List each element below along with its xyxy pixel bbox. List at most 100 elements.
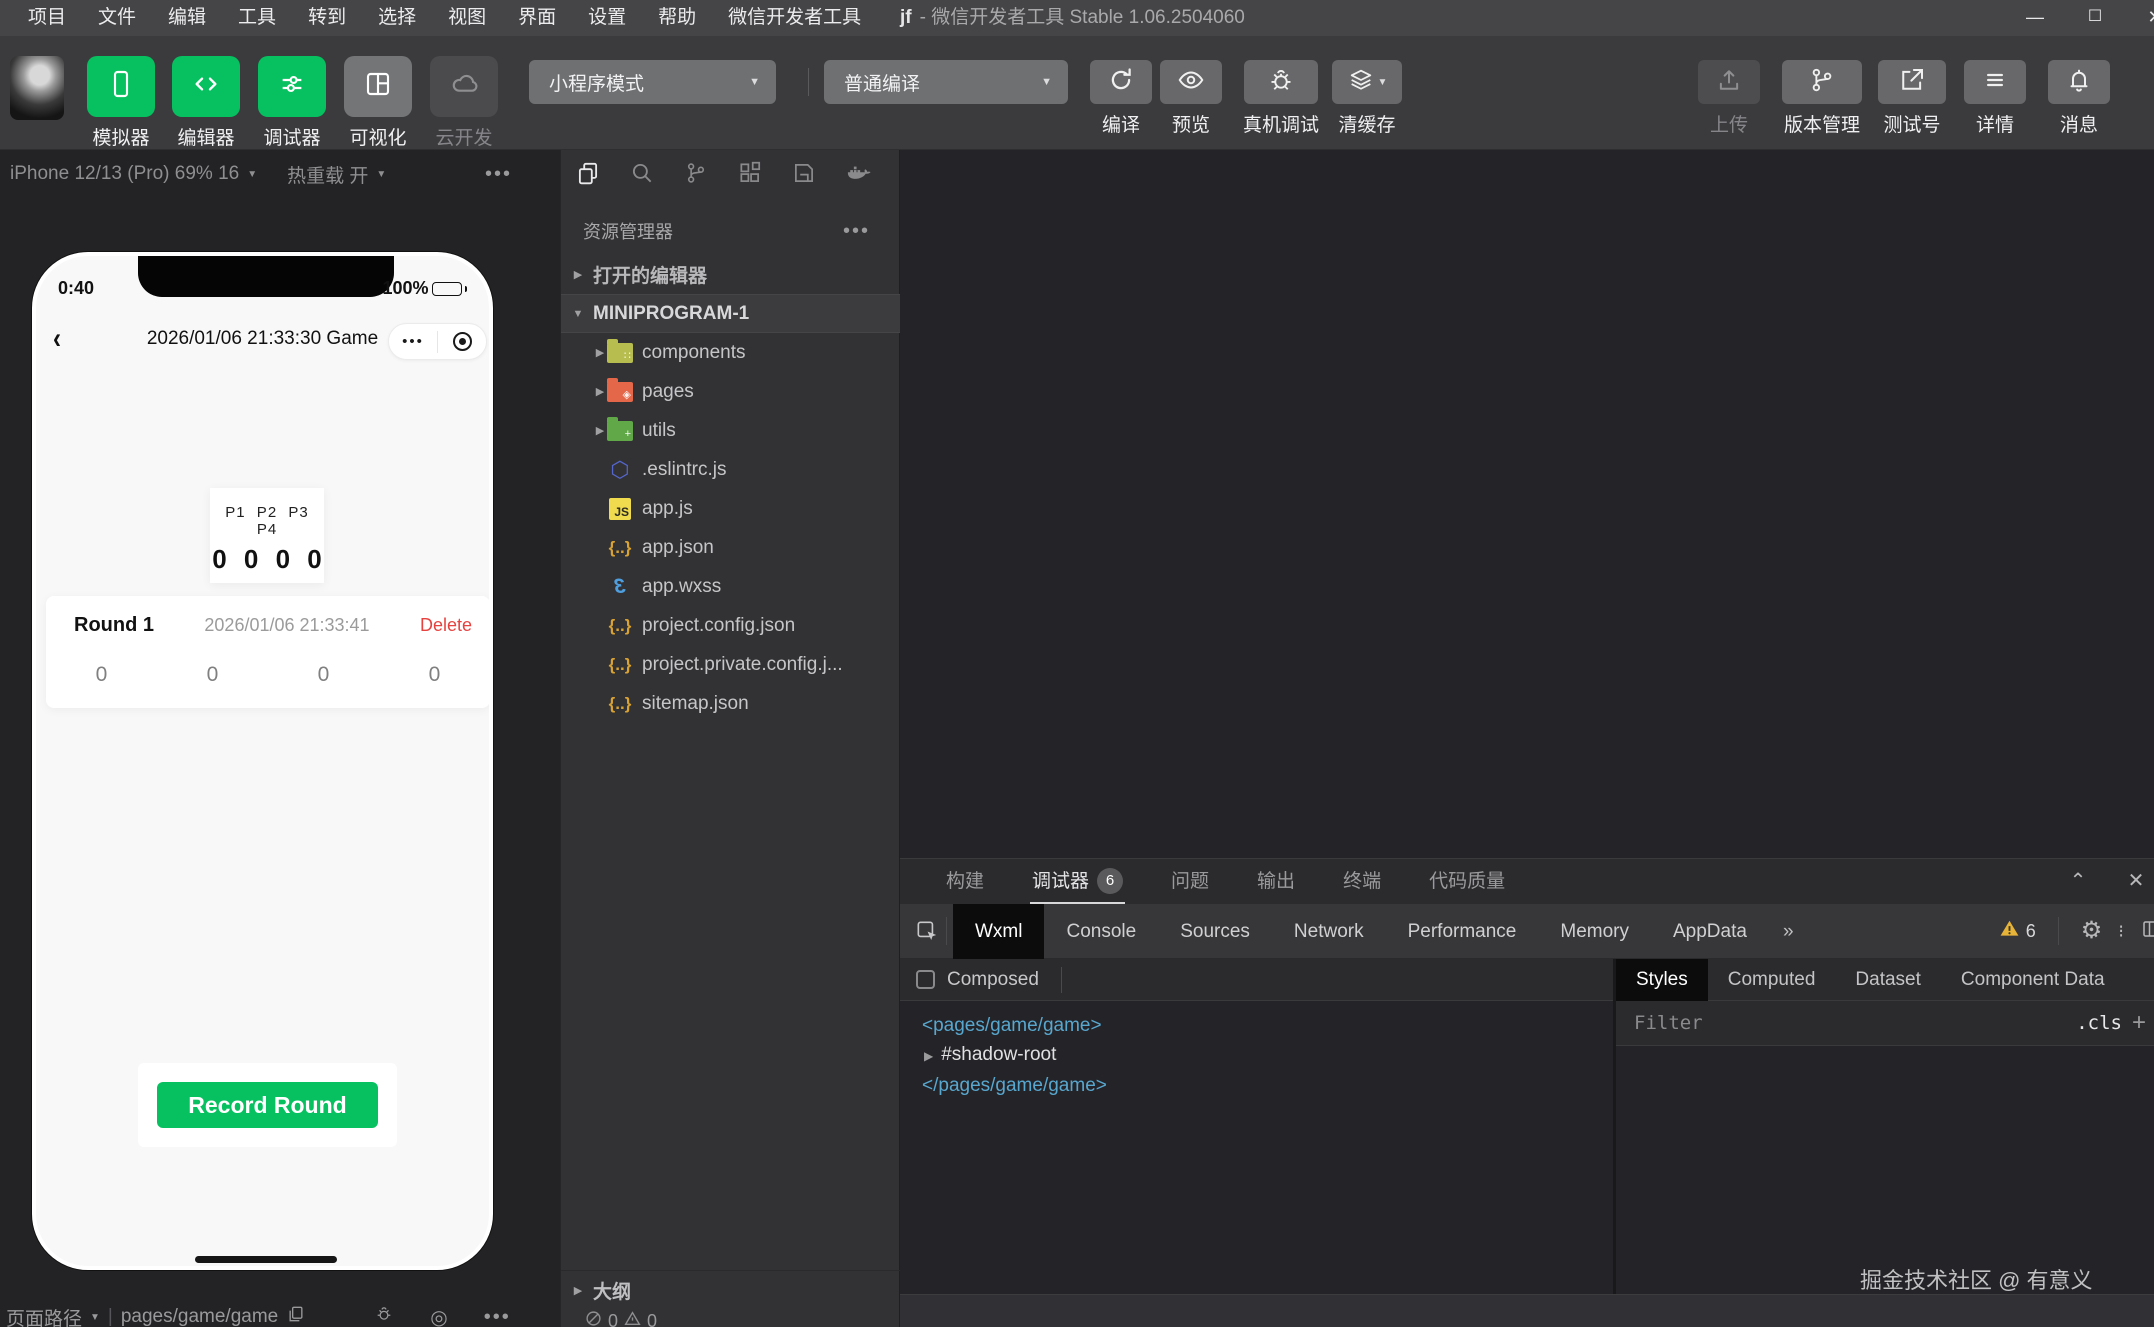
compile-mode-dropdown[interactable]: 普通编译 ▼ bbox=[824, 60, 1068, 104]
devtab-wxml[interactable]: Wxml bbox=[953, 904, 1044, 959]
tab-debugger[interactable]: 调试器6 bbox=[1008, 859, 1147, 904]
chevron-down-icon[interactable]: ▼ bbox=[247, 169, 257, 180]
footer-more-icon[interactable]: ••• bbox=[484, 1306, 511, 1327]
devtab-network[interactable]: Network bbox=[1272, 904, 1386, 959]
files-icon[interactable] bbox=[575, 160, 601, 191]
maximize-button[interactable]: ☐ bbox=[2072, 0, 2118, 36]
version-control-button[interactable] bbox=[1782, 60, 1862, 104]
messages-button[interactable] bbox=[2048, 60, 2110, 104]
device-selector[interactable]: iPhone 12/13 (Pro) 69% 16 bbox=[10, 163, 239, 185]
devtab-performance[interactable]: Performance bbox=[1386, 904, 1539, 959]
wxml-close-tag[interactable]: </pages/game/game> bbox=[922, 1071, 1107, 1100]
collapse-panel-icon[interactable]: ⌃ bbox=[2058, 859, 2098, 904]
menu-file[interactable]: 文件 bbox=[82, 0, 152, 36]
more-menu-icon[interactable]: ••• bbox=[389, 323, 437, 360]
tree-open-editors[interactable]: ▶ 打开的编辑器 bbox=[561, 255, 901, 294]
upload-button[interactable] bbox=[1698, 60, 1760, 104]
search-icon[interactable] bbox=[629, 160, 655, 191]
copy-icon[interactable] bbox=[286, 1304, 306, 1327]
tree-folder-pages[interactable]: ▶ ◈ pages bbox=[561, 372, 901, 411]
tab-problems[interactable]: 问题 bbox=[1147, 859, 1233, 904]
editor-toggle-button[interactable]: 编辑器 bbox=[172, 56, 240, 150]
filter-input[interactable] bbox=[1632, 1011, 2076, 1035]
device-debug-button[interactable] bbox=[1244, 60, 1318, 104]
more-options-icon[interactable]: ••• bbox=[485, 163, 512, 186]
cloud-dev-button[interactable]: 云开发 bbox=[430, 56, 498, 150]
save-icon[interactable] bbox=[791, 160, 817, 191]
composed-checkbox[interactable] bbox=[916, 970, 935, 989]
record-round-button[interactable]: Record Round bbox=[157, 1082, 378, 1128]
tree-file-eslintrc[interactable]: ⬡ .eslintrc.js bbox=[561, 450, 901, 489]
problems-counter[interactable]: 0 0 bbox=[585, 1310, 657, 1327]
source-control-icon[interactable] bbox=[683, 160, 709, 191]
hot-reload-toggle[interactable]: 热重载 开 bbox=[287, 161, 368, 188]
kebab-menu-icon[interactable]: ⁝ bbox=[2118, 921, 2124, 942]
page-path-label[interactable]: 页面路径 bbox=[6, 1304, 82, 1327]
visual-toggle-button[interactable]: 可视化 bbox=[344, 56, 412, 150]
menu-interface[interactable]: 界面 bbox=[502, 0, 572, 36]
menu-wechat-devtools[interactable]: 微信开发者工具 bbox=[712, 0, 877, 36]
tab-component-data[interactable]: Component Data bbox=[1941, 959, 2125, 1001]
close-target-icon[interactable] bbox=[438, 332, 486, 351]
chevron-down-icon[interactable]: ▼ bbox=[376, 169, 386, 180]
dock-side-icon[interactable] bbox=[2140, 917, 2154, 946]
tree-file-app-js[interactable]: JS app.js bbox=[561, 489, 901, 528]
menu-goto[interactable]: 转到 bbox=[292, 0, 362, 36]
wxml-open-tag[interactable]: <pages/game/game> bbox=[922, 1011, 1107, 1040]
preview-button[interactable] bbox=[1160, 60, 1222, 104]
test-account-button[interactable] bbox=[1878, 60, 1946, 104]
delete-round-button[interactable]: Delete bbox=[420, 615, 472, 636]
wxml-shadow-root[interactable]: ▶#shadow-root bbox=[922, 1040, 1107, 1071]
more-tabs-icon[interactable]: » bbox=[1769, 904, 1808, 959]
chevron-down-icon[interactable]: ▼ bbox=[90, 1312, 100, 1323]
debugger-toggle-button[interactable]: 调试器 bbox=[258, 56, 326, 150]
mode-dropdown[interactable]: 小程序模式 ▼ bbox=[529, 60, 776, 104]
tree-project-root[interactable]: ▼ MINIPROGRAM-1 bbox=[561, 294, 901, 333]
warning-counter[interactable]: 6 bbox=[2000, 919, 2036, 943]
page-path-value[interactable]: pages/game/game bbox=[121, 1306, 278, 1327]
menu-settings[interactable]: 设置 bbox=[572, 0, 642, 36]
gear-icon[interactable]: ⚙ bbox=[2081, 919, 2103, 943]
tab-dataset[interactable]: Dataset bbox=[1835, 959, 1940, 1001]
compile-button[interactable] bbox=[1090, 60, 1152, 104]
explorer-more-icon[interactable]: ••• bbox=[843, 220, 870, 243]
details-button[interactable] bbox=[1964, 60, 2026, 104]
menu-view[interactable]: 视图 bbox=[432, 0, 502, 36]
tab-styles[interactable]: Styles bbox=[1616, 959, 1708, 1001]
close-panel-icon[interactable]: ✕ bbox=[2116, 859, 2154, 904]
simulator-toggle-button[interactable]: 模拟器 bbox=[87, 56, 155, 150]
avatar[interactable] bbox=[10, 56, 64, 120]
tab-output[interactable]: 输出 bbox=[1233, 859, 1319, 904]
tab-terminal[interactable]: 终端 bbox=[1319, 859, 1405, 904]
tab-build[interactable]: 构建 bbox=[922, 859, 1008, 904]
debug-icon[interactable] bbox=[374, 1304, 394, 1327]
tree-folder-components[interactable]: ▶ ∷ components bbox=[561, 333, 901, 372]
tree-file-sitemap[interactable]: {..} sitemap.json bbox=[561, 684, 901, 723]
minimize-button[interactable]: — bbox=[2012, 0, 2058, 36]
cls-toggle[interactable]: .cls bbox=[2076, 1012, 2122, 1034]
menu-project[interactable]: 项目 bbox=[12, 0, 82, 36]
locate-icon[interactable]: ◎ bbox=[430, 1305, 447, 1327]
devtab-appdata[interactable]: AppData bbox=[1651, 904, 1769, 959]
tree-file-app-wxss[interactable]: 3 app.wxss bbox=[561, 567, 901, 606]
clear-cache-button[interactable]: ▼ bbox=[1332, 60, 1402, 104]
tab-computed[interactable]: Computed bbox=[1708, 959, 1836, 1001]
inspect-icon[interactable] bbox=[914, 918, 940, 944]
tab-code-quality[interactable]: 代码质量 bbox=[1405, 859, 1529, 904]
outline-section[interactable]: ▶ 大纲 bbox=[561, 1270, 901, 1309]
menu-select[interactable]: 选择 bbox=[362, 0, 432, 36]
menu-edit[interactable]: 编辑 bbox=[152, 0, 222, 36]
tree-file-project-private-config[interactable]: {..} project.private.config.j... bbox=[561, 645, 901, 684]
docker-icon[interactable] bbox=[845, 159, 873, 192]
menu-tools[interactable]: 工具 bbox=[222, 0, 292, 36]
tree-file-project-config[interactable]: {..} project.config.json bbox=[561, 606, 901, 645]
devtab-memory[interactable]: Memory bbox=[1538, 904, 1651, 959]
tree-folder-utils[interactable]: ▶ + utils bbox=[561, 411, 901, 450]
tree-file-app-json[interactable]: {..} app.json bbox=[561, 528, 901, 567]
devtab-sources[interactable]: Sources bbox=[1158, 904, 1272, 959]
extensions-icon[interactable] bbox=[737, 160, 763, 191]
menu-help[interactable]: 帮助 bbox=[642, 0, 712, 36]
new-rule-icon[interactable]: + bbox=[2132, 1009, 2146, 1037]
devtab-console[interactable]: Console bbox=[1044, 904, 1158, 959]
close-button[interactable]: ✕ bbox=[2132, 0, 2154, 36]
